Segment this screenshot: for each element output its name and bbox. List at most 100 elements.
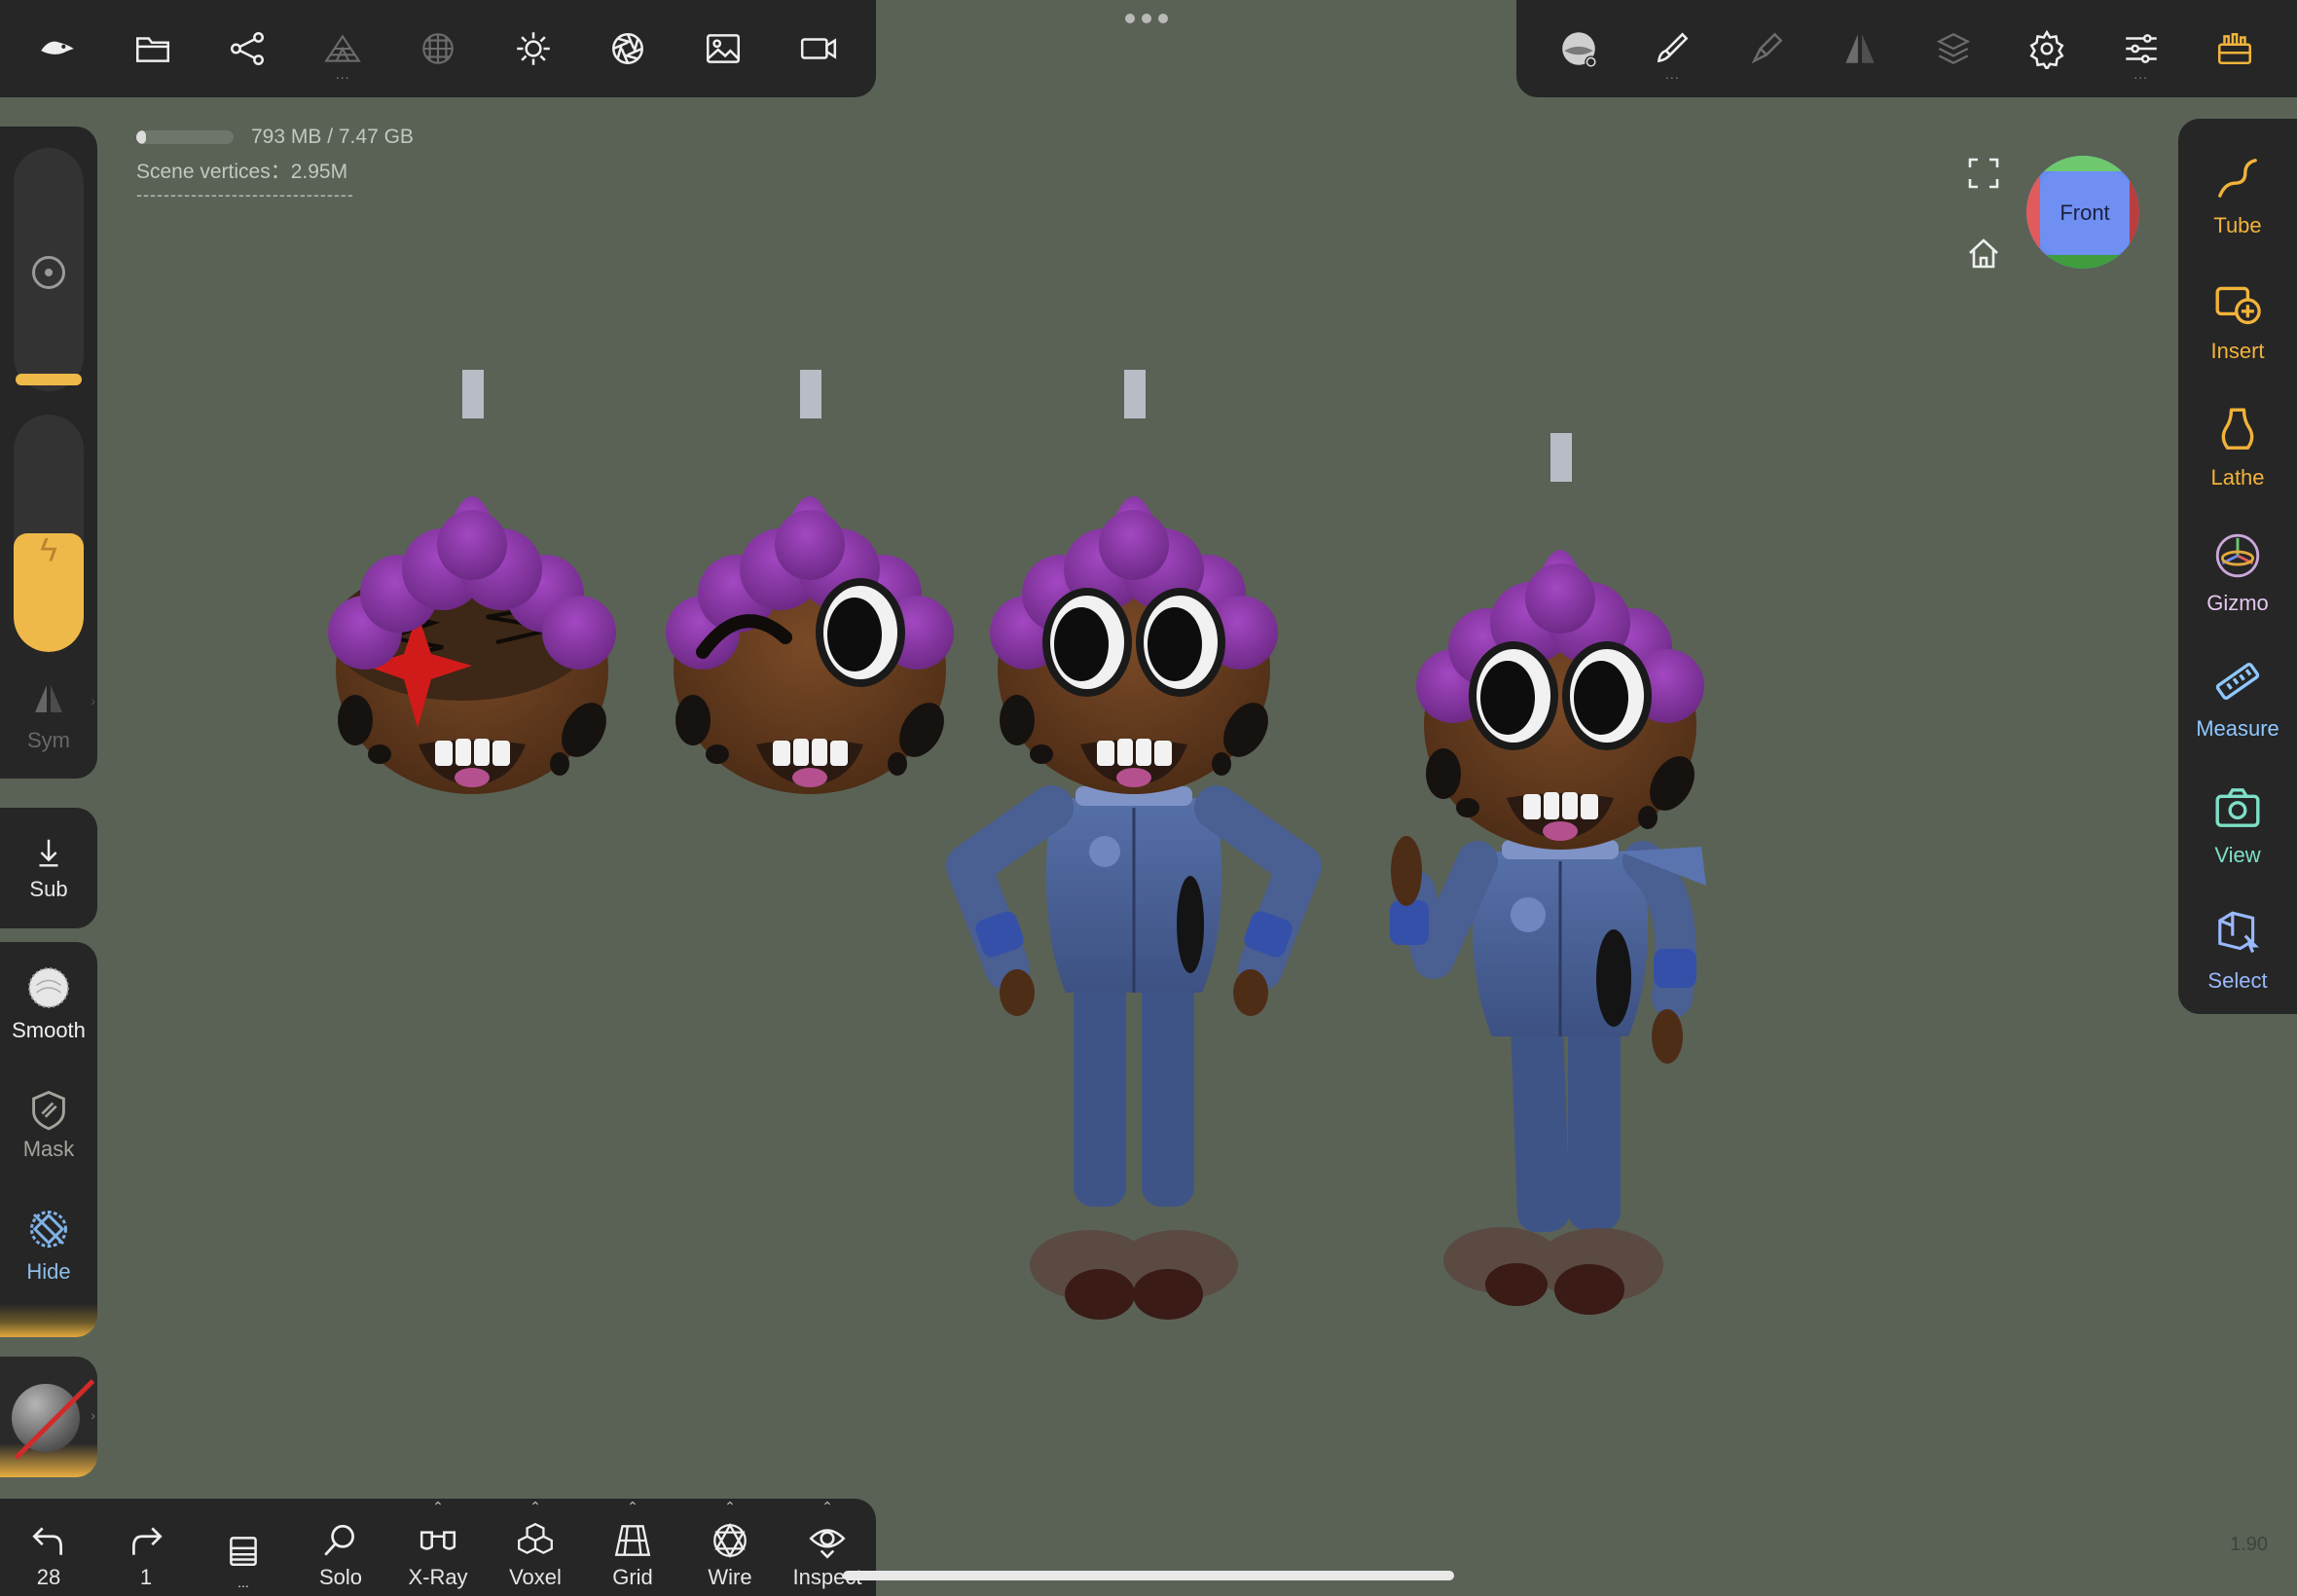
redo-icon (132, 1527, 163, 1555)
scene-vertices: Scene vertices：2.95M (136, 161, 348, 183)
tool-sub[interactable]: Sub (0, 808, 97, 928)
home-indicator[interactable] (843, 1571, 1454, 1580)
memory-usage: 793 MB / 7.47 GB (251, 126, 414, 148)
right-tools-panel: Tube Insert Lathe Gizmo Measure View Sel… (2178, 119, 2297, 1014)
folder-icon[interactable] (126, 21, 180, 76)
video-camera-icon[interactable] (791, 21, 846, 76)
tool-view[interactable]: View (2179, 762, 2296, 888)
insert-plus-icon (2215, 286, 2261, 325)
lathe-vase-icon (2221, 408, 2254, 450)
mask-shield-icon (32, 1090, 65, 1131)
tool-tube[interactable]: Tube (2179, 132, 2296, 258)
camera-aperture-icon[interactable] (601, 21, 655, 76)
sym-button[interactable]: Sym › (0, 679, 97, 777)
tool-smooth[interactable]: Smooth (0, 942, 97, 1065)
chevron-right-icon: › (91, 693, 95, 708)
tool-select[interactable]: Select (2179, 889, 2296, 1014)
redo-count: 1 (139, 1565, 153, 1589)
voxel-label: Voxel (509, 1565, 562, 1589)
intensity-slider[interactable]: ϟ (14, 415, 84, 652)
tool-gizmo-label: Gizmo (2206, 590, 2269, 615)
undo-icon (32, 1527, 62, 1555)
sym-label: Sym (27, 728, 70, 752)
model-figure-3 (946, 370, 1322, 1320)
grid-icon (614, 1525, 651, 1556)
redo-button[interactable]: 1 (97, 1503, 195, 1590)
light-icon[interactable] (506, 21, 561, 76)
home-icon[interactable] (1966, 236, 2001, 271)
history-list-icon (230, 1537, 257, 1566)
topology-icon[interactable] (411, 21, 465, 76)
tool-mask[interactable]: Mask (0, 1065, 97, 1185)
xray-button[interactable]: ⌃ X-Ray (389, 1499, 487, 1590)
hide-icon (30, 1211, 67, 1248)
arrow-down-icon (39, 839, 58, 867)
sliders-icon[interactable]: ... (2114, 21, 2169, 82)
multires-icon[interactable]: ... (315, 21, 370, 82)
left-tools-panel: Sub Smooth Mask Hide (0, 808, 97, 1341)
paint-stroke-icon[interactable] (1739, 21, 1794, 76)
top-menu-handle[interactable] (1125, 14, 1168, 23)
voxel-cubes-icon (518, 1522, 553, 1554)
history-button[interactable]: ... (195, 1503, 292, 1590)
model-head-1 (328, 370, 616, 794)
view-cube[interactable]: Front (2026, 156, 2139, 269)
material-picker[interactable]: › (0, 1357, 97, 1477)
tool-lathe[interactable]: Lathe (2179, 384, 2296, 510)
bottom-toolbar: 28 1 ... Solo ⌃ X-Ray ⌃ Voxel ⌃ Grid ⌃ W… (0, 1499, 876, 1596)
tool-scroll-more[interactable] (0, 1304, 97, 1337)
tool-insert[interactable]: Insert (2179, 258, 2296, 383)
solo-label: Solo (318, 1565, 363, 1589)
tool-select-label: Select (2207, 968, 2268, 994)
settings-gear-icon[interactable] (2020, 21, 2074, 76)
undo-count: 28 (36, 1565, 61, 1589)
history-label: ... (237, 1575, 249, 1590)
tool-measure-label: Measure (2196, 716, 2279, 742)
tool-tube-label: Tube (2213, 212, 2262, 237)
camera-icon (2215, 787, 2260, 827)
nomad-logo-icon[interactable] (30, 21, 85, 76)
viewport-scene[interactable] (0, 0, 2297, 1596)
undo-button[interactable]: 28 (0, 1503, 97, 1590)
tool-gizmo[interactable]: Gizmo (2179, 510, 2296, 635)
voxel-button[interactable]: ⌃ Voxel (487, 1499, 584, 1590)
search-icon (324, 1524, 354, 1556)
view-cube-face[interactable]: Front (2040, 171, 2130, 255)
memory-bar (136, 130, 234, 144)
smooth-brush-icon (28, 967, 69, 1008)
tube-curve-icon (2218, 158, 2257, 198)
tool-lathe-label: Lathe (2210, 464, 2265, 490)
wire-label: Wire (708, 1565, 752, 1589)
tool-hide[interactable]: Hide (0, 1185, 97, 1304)
tool-hide-label: Hide (26, 1259, 71, 1284)
select-box-icon (2218, 911, 2259, 954)
tool-insert-label: Insert (2210, 339, 2265, 364)
scene-graph-icon[interactable] (220, 21, 274, 76)
paint-brush-icon[interactable]: ... (1645, 21, 1699, 82)
model-head-2 (666, 370, 954, 794)
toolbox-icon[interactable] (2207, 21, 2262, 76)
wireframe-icon (713, 1522, 747, 1559)
layers-icon[interactable] (1926, 21, 1981, 76)
wire-button[interactable]: ⌃ Wire (681, 1499, 779, 1590)
version-label: 1.90 (2230, 1534, 2268, 1555)
material-sphere-icon (12, 1384, 80, 1452)
target-icon (32, 256, 65, 289)
tool-smooth-label: Smooth (12, 1018, 86, 1042)
grid-button[interactable]: ⌃ Grid (584, 1499, 681, 1590)
scene-info: 793 MB / 7.47 GB Scene vertices：2.95M --… (136, 123, 414, 205)
tool-mask-label: Mask (22, 1137, 75, 1161)
image-icon[interactable] (696, 21, 750, 76)
material-sphere-icon[interactable] (1551, 21, 1606, 76)
solo-button[interactable]: Solo (292, 1503, 389, 1590)
symmetry-icon[interactable] (1833, 21, 1887, 76)
xray-label: X-Ray (408, 1565, 468, 1589)
lightning-icon: ϟ (40, 531, 57, 569)
info-separator: -------------------------------- (136, 185, 354, 204)
symmetry-icon (35, 685, 62, 712)
model-figure-4 (1390, 433, 1706, 1315)
radius-slider[interactable] (14, 148, 84, 391)
tool-measure[interactable]: Measure (2179, 636, 2296, 762)
brush-sliders-panel: ϟ Sym › (0, 127, 97, 779)
fullscreen-icon[interactable] (1966, 156, 2001, 191)
